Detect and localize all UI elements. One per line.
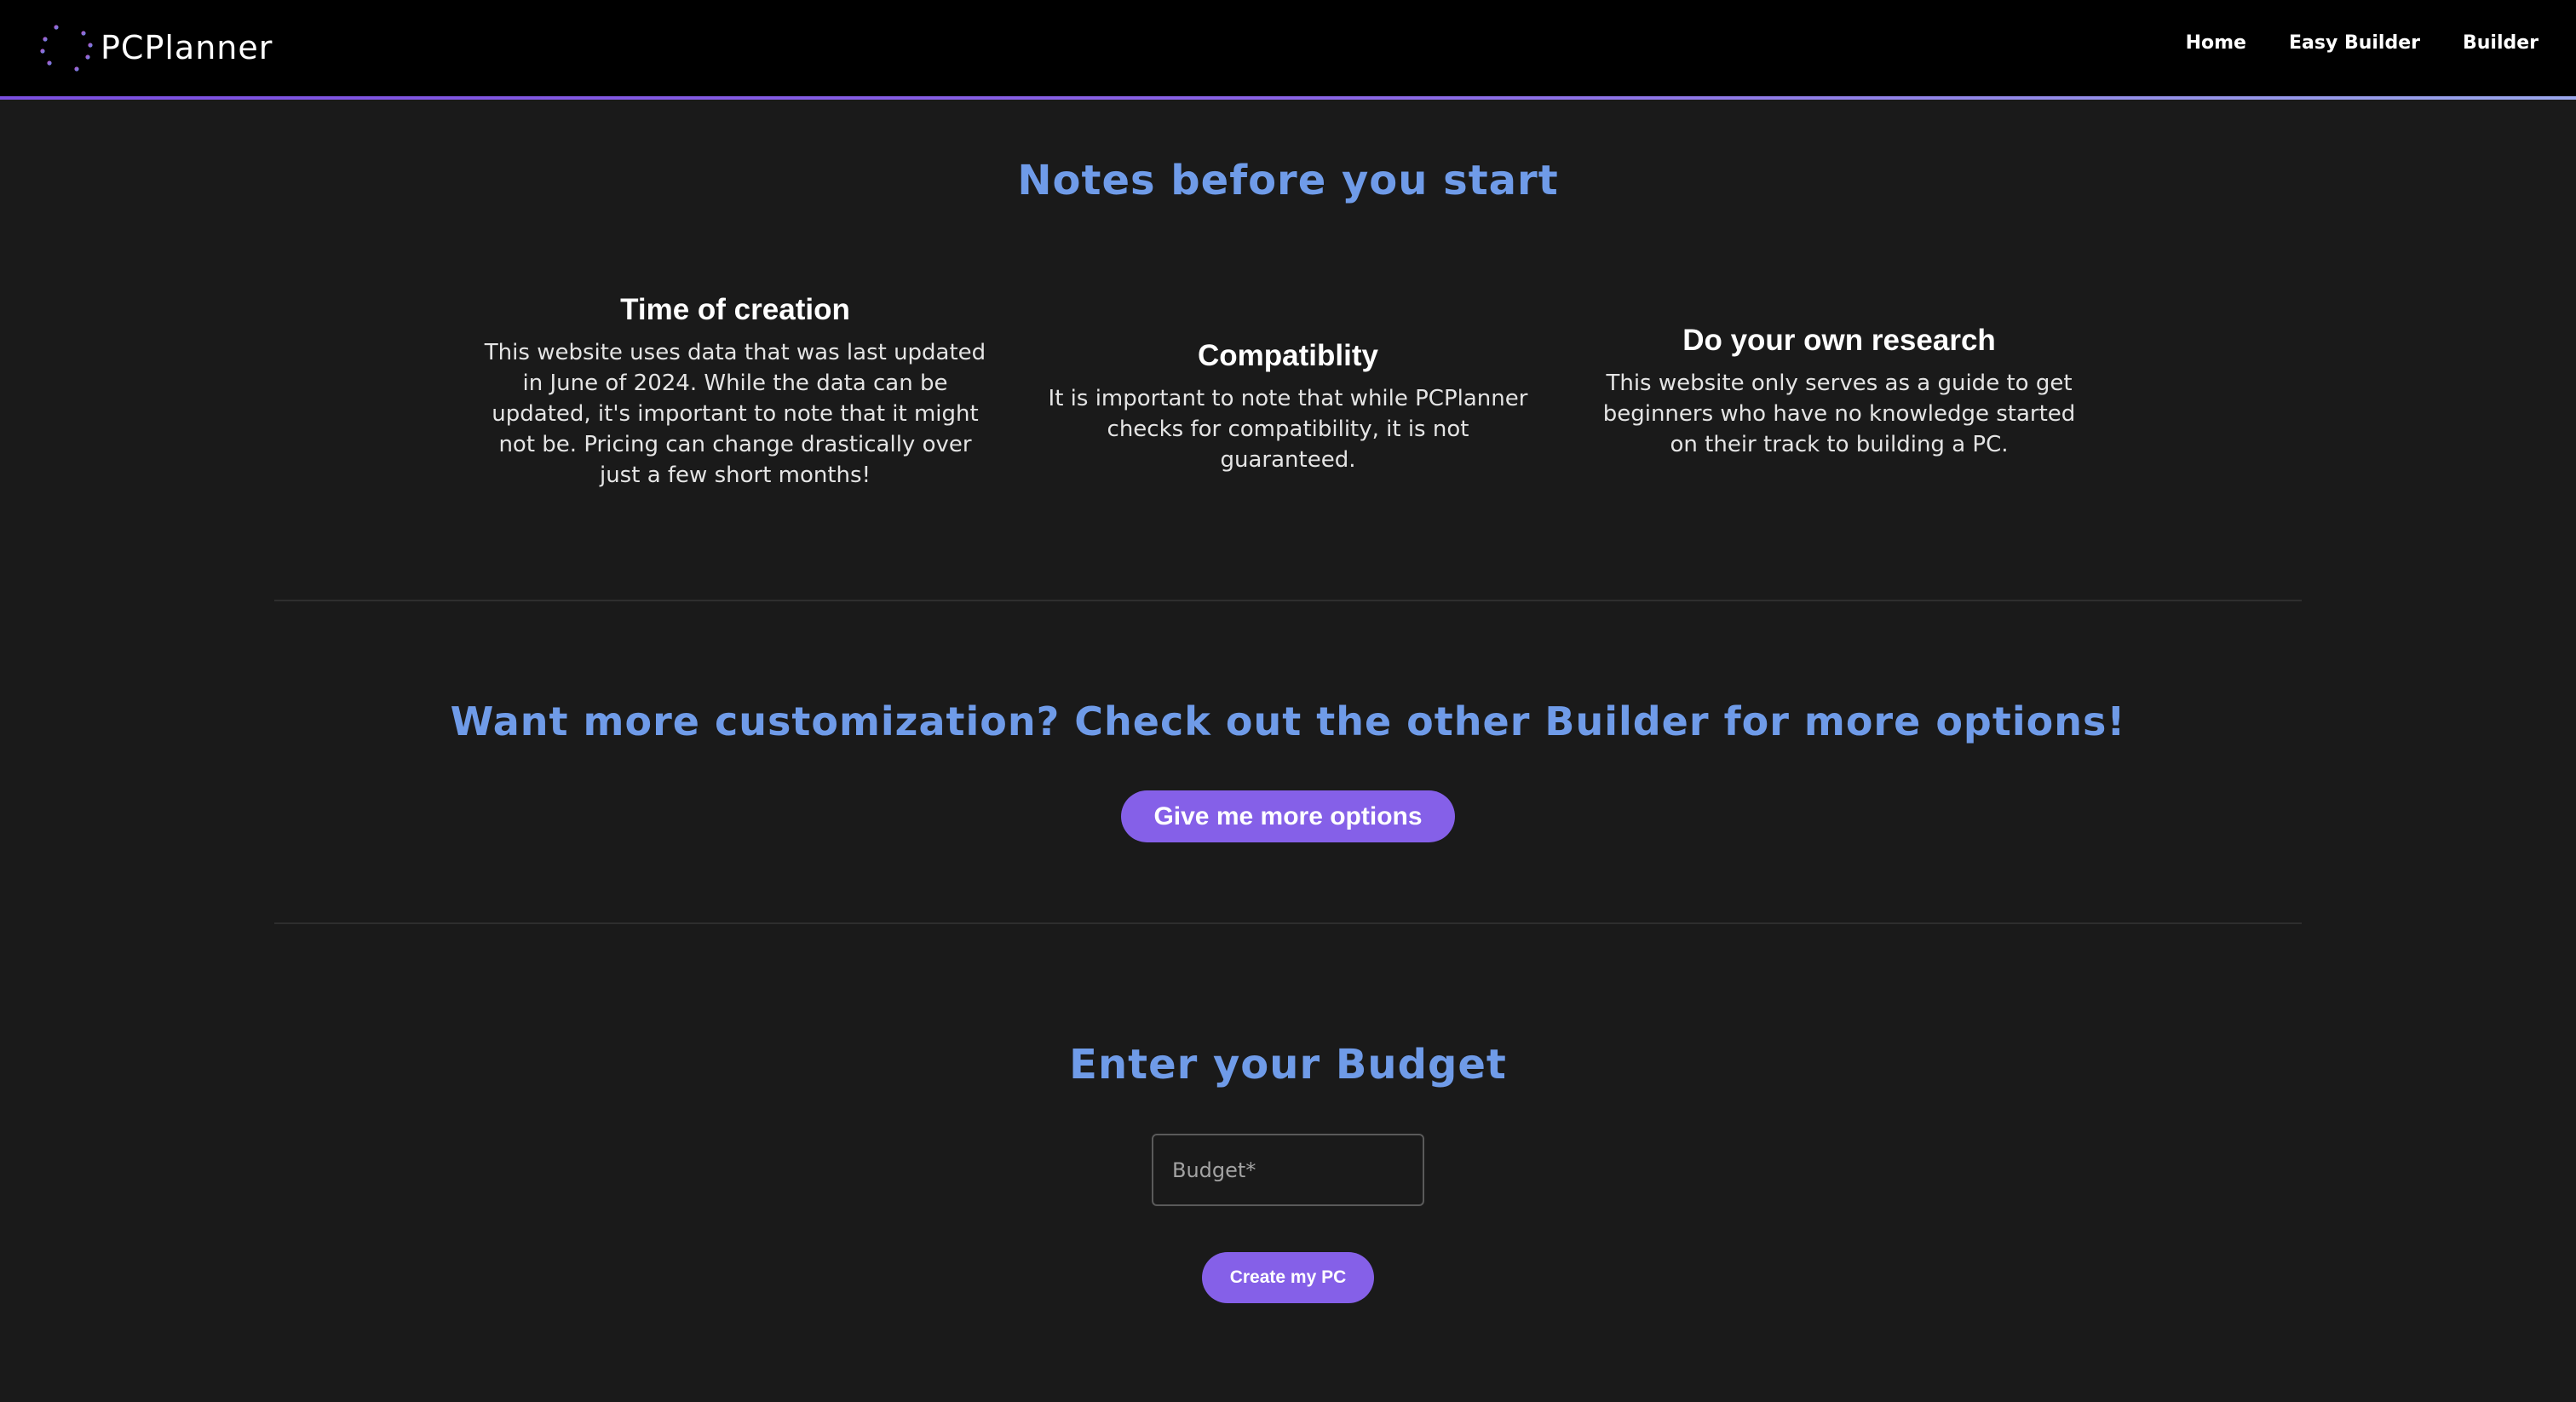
- budget-title: Enter your Budget: [1069, 1041, 1507, 1089]
- note-heading: Time of creation: [620, 293, 850, 326]
- create-pc-button[interactable]: Create my PC: [1202, 1252, 1374, 1303]
- circuit-globe-icon: [40, 25, 93, 72]
- nav-link-easy-builder[interactable]: Easy Builder: [2289, 32, 2420, 54]
- note-heading: Do your own research: [1682, 324, 1996, 357]
- nav-link-home[interactable]: Home: [2186, 32, 2246, 54]
- customization-title: Want more customization? Check out the o…: [450, 698, 2126, 744]
- nav-links: Home Easy Builder Builder: [2186, 32, 2539, 54]
- note-do-your-own-research: Do your own research This website only s…: [1588, 324, 2090, 460]
- note-text: This website only serves as a guide to g…: [1602, 371, 2076, 457]
- note-time-of-creation: Time of creation This website uses data …: [477, 293, 993, 491]
- brand-name: PCPlanner: [101, 29, 273, 66]
- navbar-accent-line: [0, 96, 2576, 100]
- section-divider: [274, 600, 2302, 601]
- note-compatibility: Compatiblity It is important to note tha…: [1038, 339, 1538, 475]
- note-text: This website uses data that was last upd…: [484, 340, 986, 488]
- nav-link-builder[interactable]: Builder: [2463, 32, 2539, 54]
- section-divider: [274, 922, 2302, 924]
- budget-field: [1152, 1134, 1424, 1206]
- note-text: It is important to note that while PCPla…: [1048, 386, 1528, 473]
- brand[interactable]: PCPlanner: [39, 20, 273, 75]
- budget-input[interactable]: [1153, 1135, 1423, 1204]
- navbar: PCPlanner Home Easy Builder Builder: [0, 0, 2576, 97]
- note-heading: Compatiblity: [1198, 339, 1378, 372]
- more-options-button[interactable]: Give me more options: [1121, 790, 1455, 842]
- notes-title: Notes before you start: [1017, 157, 1559, 204]
